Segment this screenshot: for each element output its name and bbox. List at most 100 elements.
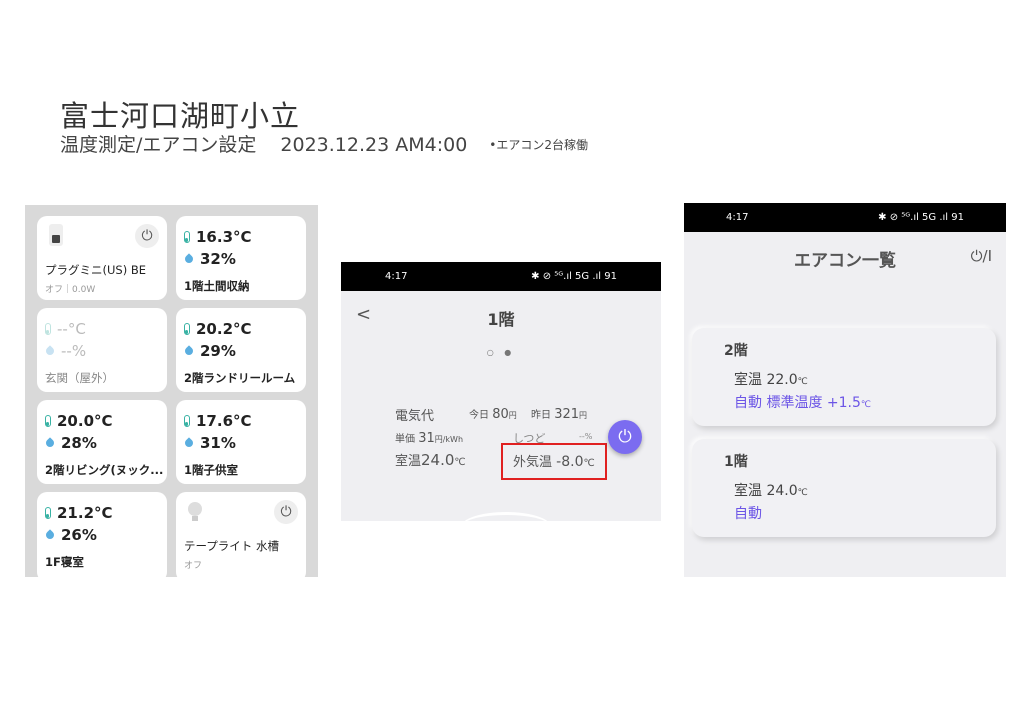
ac-card-1f[interactable]: 1階 室温 24.0℃ 自動 bbox=[692, 439, 996, 537]
humidity-row: --% bbox=[44, 340, 159, 362]
humidity-value: 29% bbox=[200, 342, 236, 360]
humidity-value: --% bbox=[579, 432, 593, 441]
droplet-icon bbox=[183, 345, 195, 357]
droplet-icon bbox=[183, 253, 195, 265]
temperature-row: 16.3°C bbox=[184, 226, 298, 248]
humidity-row: 31% bbox=[183, 432, 298, 454]
highlight-box bbox=[501, 443, 607, 480]
sensor-card[interactable]: --°C --% 玄関（屋外） bbox=[37, 308, 167, 392]
ac-mode: 自動 bbox=[734, 506, 762, 522]
room-value: 24.0 bbox=[766, 483, 798, 499]
humidity-value: 31% bbox=[200, 434, 236, 452]
datetime-text: 2023.12.23 AM4:00 bbox=[280, 134, 468, 156]
deg-unit: ℃ bbox=[797, 488, 808, 498]
temperature-value: --°C bbox=[57, 320, 86, 338]
device-status: オフ｜0.0W bbox=[45, 285, 96, 295]
ac-card-2f[interactable]: 2階 室温 22.0℃ 自動 標準温度 +1.5℃ bbox=[692, 328, 996, 426]
yesterday-label: 昨日 bbox=[531, 410, 551, 421]
temperature-row: --°C bbox=[45, 318, 159, 340]
power-all-button[interactable]: ⏻/I bbox=[971, 247, 992, 265]
yesterday-cost: 昨日 321円 bbox=[531, 406, 587, 422]
humidity-value: 26% bbox=[61, 526, 97, 544]
deg-unit: ℃ bbox=[454, 457, 466, 468]
today-label: 今日 bbox=[469, 410, 489, 421]
status-icons: ✱ ⊘ ⁵ᴳ.ıl 5G .ıl 91 bbox=[531, 271, 617, 282]
today-value: 80 bbox=[492, 407, 509, 422]
ac-name: 1階 bbox=[724, 454, 748, 470]
droplet-icon bbox=[44, 437, 56, 449]
thermometer-icon bbox=[45, 415, 51, 427]
deg-unit: ℃ bbox=[860, 400, 872, 410]
ac-room-temp: 室温 24.0℃ bbox=[734, 480, 808, 500]
ac-mode: 自動 標準温度 +1.5℃ bbox=[734, 392, 871, 412]
thermometer-icon bbox=[45, 323, 51, 335]
status-bar: 4:17 ✱ ⊘ ⁵ᴳ.ıl 5G .ıl 91 bbox=[341, 262, 661, 291]
device-name: テープライト 水槽 bbox=[184, 539, 279, 553]
device-status: オフ bbox=[184, 561, 203, 571]
temperature-value: 20.0°C bbox=[57, 412, 113, 430]
page-subtitle: 温度測定/エアコン設定 2023.12.23 AM4:00 •エアコン2台稼働 bbox=[60, 130, 588, 157]
unit-price-unit: 円/kWh bbox=[434, 435, 464, 444]
unit-price: 単価 31円/kWh bbox=[395, 430, 463, 446]
temperature-value: 21.2°C bbox=[57, 504, 113, 522]
light-power-button[interactable]: ⏻ bbox=[274, 500, 298, 524]
humidity-value: 32% bbox=[200, 250, 236, 268]
room-temp-value: 24.0 bbox=[421, 451, 455, 469]
sensor-grid-screenshot: ⏻ プラグミニ(US) BE オフ｜0.0W 16.3°C 32% 1階土間収納… bbox=[25, 205, 318, 577]
plug-icon bbox=[49, 224, 63, 246]
thermometer-icon bbox=[45, 507, 51, 519]
sensor-name: 玄関（屋外） bbox=[45, 371, 114, 385]
screen-title: エアコン一覧 bbox=[794, 251, 896, 271]
sensor-card[interactable]: 20.0°C 28% 2階リビング(ヌック... bbox=[37, 400, 167, 484]
unit-price-value: 31 bbox=[418, 431, 435, 446]
deg-unit: ℃ bbox=[797, 377, 808, 387]
humidity-row: 28% bbox=[44, 432, 159, 454]
today-cost: 今日 80円 bbox=[469, 406, 517, 422]
thermometer-icon bbox=[184, 323, 190, 335]
status-time: 4:17 bbox=[726, 212, 749, 223]
temperature-row: 21.2°C bbox=[45, 502, 159, 524]
room-label: 室温 bbox=[734, 372, 762, 388]
device-name: プラグミニ(US) BE bbox=[45, 263, 147, 277]
sensor-card[interactable]: 16.3°C 32% 1階土間収納 bbox=[176, 216, 306, 300]
ac-detail-screenshot: 4:17 ✱ ⊘ ⁵ᴳ.ıl 5G .ıl 91 < 1階 ○ ● 電気代 今日… bbox=[341, 262, 661, 521]
temperature-row: 20.0°C bbox=[45, 410, 159, 432]
room-label: 室温 bbox=[734, 483, 762, 499]
ac-name: 2階 bbox=[724, 343, 748, 359]
ac-list-screenshot: 4:17 ✱ ⊘ ⁵ᴳ.ıl 5G .ıl 91 エアコン一覧 ⏻/I 2階 室… bbox=[684, 203, 1006, 577]
plug-card[interactable]: ⏻ プラグミニ(US) BE オフ｜0.0W bbox=[37, 216, 167, 300]
plug-power-button[interactable]: ⏻ bbox=[135, 224, 159, 248]
temperature-row: 17.6°C bbox=[184, 410, 298, 432]
page-title: 富士河口湖町小立 bbox=[60, 99, 301, 133]
sensor-card[interactable]: 20.2°C 29% 2階ランドリールーム bbox=[176, 308, 306, 392]
humidity-row: 26% bbox=[44, 524, 159, 546]
thermometer-icon bbox=[184, 231, 190, 243]
screen-title: 1階 bbox=[487, 310, 515, 329]
temperature-row: 20.2°C bbox=[184, 318, 298, 340]
sensor-card[interactable]: 17.6°C 31% 1階子供室 bbox=[176, 400, 306, 484]
temperature-value: 16.3°C bbox=[196, 228, 252, 246]
page-indicator: ○ ● bbox=[486, 348, 516, 357]
sensor-name: 2階ランドリールーム bbox=[184, 371, 296, 385]
temperature-value: 17.6°C bbox=[196, 412, 252, 430]
humidity-value: --% bbox=[61, 342, 87, 360]
dial-arc bbox=[461, 512, 551, 521]
power-fab-button[interactable]: ⏻ bbox=[608, 420, 642, 454]
room-temp-label: 室温 bbox=[395, 454, 422, 469]
note-text: •エアコン2台稼働 bbox=[489, 138, 589, 152]
temperature-value: 20.2°C bbox=[196, 320, 252, 338]
sensor-name: 1F寝室 bbox=[45, 555, 84, 569]
droplet-icon bbox=[183, 437, 195, 449]
sensor-name: 1階土間収納 bbox=[184, 279, 250, 293]
status-icons: ✱ ⊘ ⁵ᴳ.ıl 5G .ıl 91 bbox=[878, 212, 964, 223]
yesterday-value: 321 bbox=[554, 407, 580, 422]
room-temp: 室温24.0℃ bbox=[395, 450, 466, 469]
unit-price-label: 単価 bbox=[395, 434, 415, 445]
status-bar: 4:17 ✱ ⊘ ⁵ᴳ.ıl 5G .ıl 91 bbox=[684, 203, 1006, 232]
subtitle-text: 温度測定/エアコン設定 bbox=[60, 134, 257, 156]
tape-light-card[interactable]: ⏻ テープライト 水槽 オフ bbox=[176, 492, 306, 577]
room-value: 22.0 bbox=[766, 372, 798, 388]
sensor-card[interactable]: 21.2°C 26% 1F寝室 bbox=[37, 492, 167, 577]
humidity-row: 32% bbox=[183, 248, 298, 270]
sensor-name: 2階リビング(ヌック... bbox=[45, 463, 164, 477]
